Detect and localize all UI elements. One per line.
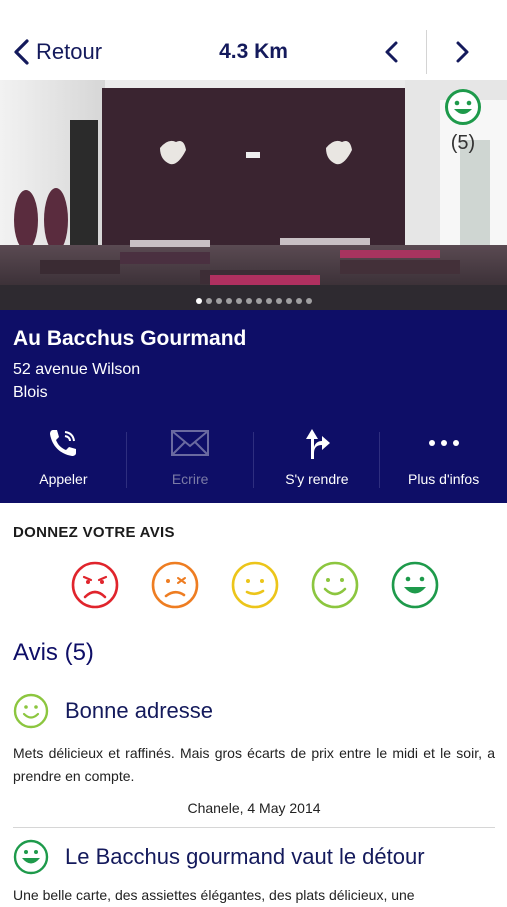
place-city: Blois <box>13 384 48 401</box>
nav-divider <box>426 30 427 74</box>
top-bar: Retour 4.3 Km <box>0 0 507 80</box>
carousel-dot <box>255 298 262 304</box>
feedback-rating-row <box>70 560 440 610</box>
write-button[interactable]: Ecrire <box>127 422 254 492</box>
place-name: Au Bacchus Gourmand <box>13 327 247 350</box>
more-info-label: Plus d'infos <box>408 471 480 487</box>
carousel-indicator <box>0 298 507 304</box>
action-divider <box>379 432 380 488</box>
very-good-smiley-icon <box>445 89 481 125</box>
feedback-title: DONNEZ VOTRE AVIS <box>13 524 175 541</box>
good-smiley-icon[interactable] <box>310 560 360 610</box>
very-good-smiley-icon <box>13 839 49 875</box>
bad-smiley-icon[interactable] <box>150 560 200 610</box>
call-label: Appeler <box>39 471 88 487</box>
envelope-icon <box>171 430 210 456</box>
place-address: 52 avenue Wilson <box>13 361 141 378</box>
very-bad-smiley-icon[interactable] <box>70 560 120 610</box>
carousel-dot <box>205 298 212 304</box>
next-icon[interactable] <box>448 38 476 66</box>
call-button[interactable]: Appeler <box>0 422 127 492</box>
carousel-dot <box>275 298 282 304</box>
carousel-dot <box>245 298 252 304</box>
review-title: Le Bacchus gourmand vaut le détour <box>65 844 425 869</box>
action-divider <box>253 432 254 488</box>
carousel-dot <box>195 298 202 304</box>
review-divider <box>13 827 495 828</box>
neutral-smiley-icon[interactable] <box>230 560 280 610</box>
distance: 4.3 Km <box>219 40 288 63</box>
more-icon <box>428 440 459 446</box>
good-smiley-icon <box>13 693 49 729</box>
previous-icon[interactable] <box>378 38 406 66</box>
carousel-dot <box>305 298 312 304</box>
reviews-title: Avis (5) <box>13 639 94 666</box>
write-label: Ecrire <box>171 471 209 487</box>
place-info-panel: Au Bacchus Gourmand 52 avenue Wilson Blo… <box>0 310 507 503</box>
carousel-dot <box>295 298 302 304</box>
carousel-dot <box>235 298 242 304</box>
directions-icon <box>305 429 330 459</box>
review-text: Une belle carte, des assiettes élégantes… <box>13 887 415 903</box>
directions-button[interactable]: S'y rendre <box>254 422 381 492</box>
action-divider <box>126 432 127 488</box>
carousel-dot <box>215 298 222 304</box>
restaurant-interior-image <box>0 80 507 310</box>
more-info-button[interactable]: Plus d'infos <box>380 422 507 492</box>
action-bar: Appeler Ecrire S'y rendre Plus d'infos <box>0 422 507 492</box>
review-item: Bonne adresse Mets délicieux et raffinés… <box>13 692 495 816</box>
review-title: Bonne adresse <box>65 698 213 723</box>
rating-count: (5) <box>450 132 476 154</box>
review-author: Chanele, 4 May 2014 <box>187 800 321 816</box>
review-text: Mets délicieux et raffinés. Mais gros éc… <box>13 745 495 784</box>
carousel-dot <box>225 298 232 304</box>
directions-label: S'y rendre <box>285 471 349 487</box>
rating-badge: (5) <box>440 88 486 155</box>
restaurant-photo[interactable] <box>0 80 507 310</box>
carousel-dot <box>265 298 272 304</box>
review-item: Le Bacchus gourmand vaut le détour Une b… <box>13 838 495 907</box>
carousel-dot <box>285 298 292 304</box>
very-good-smiley-icon[interactable] <box>390 560 440 610</box>
phone-icon <box>50 430 77 456</box>
